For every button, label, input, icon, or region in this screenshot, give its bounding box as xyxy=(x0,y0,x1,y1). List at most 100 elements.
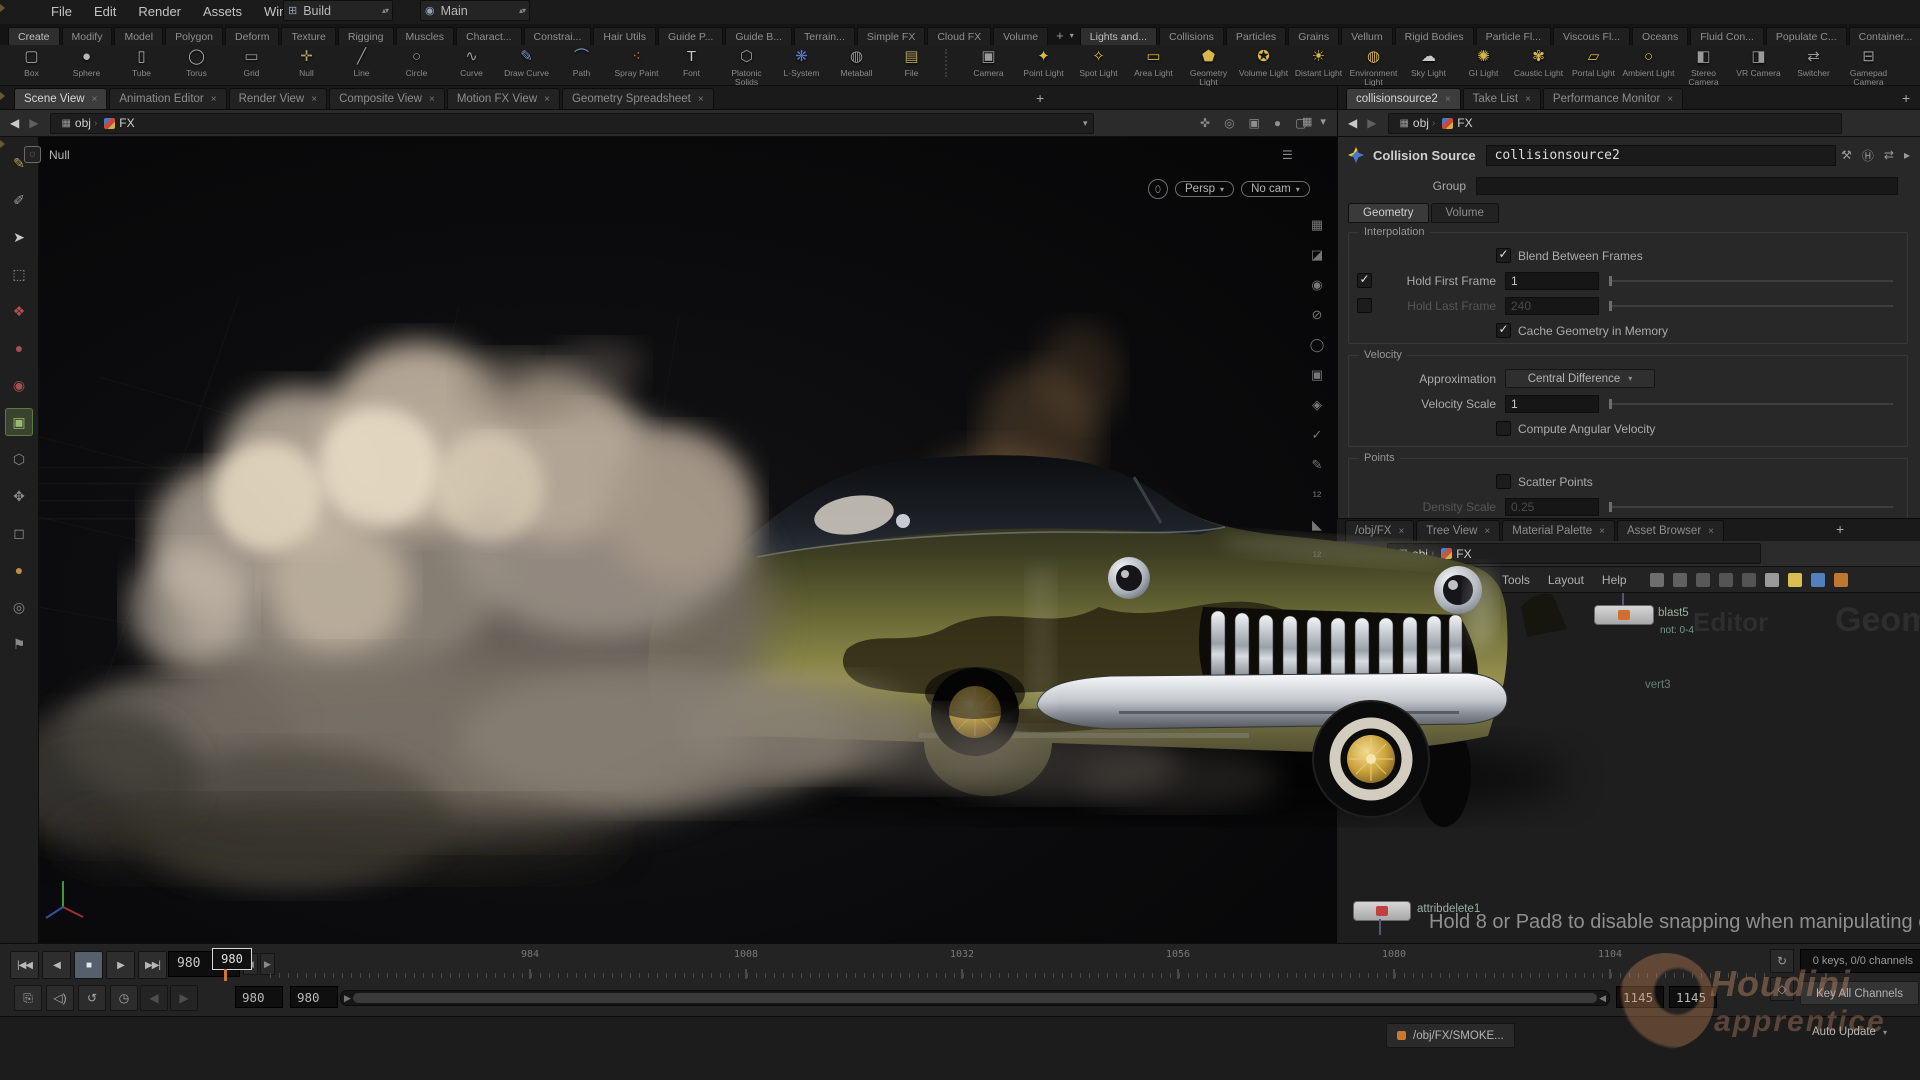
network-editor[interactable]: Editor Geome st3 blast5 not: 0-4 vert3 a… xyxy=(1337,593,1920,943)
target-icon[interactable]: ◎ xyxy=(1224,116,1234,130)
shelf-tool[interactable]: ✧ Spot Light xyxy=(1071,45,1126,85)
close-icon[interactable]: × xyxy=(1484,526,1490,537)
new-tab-button[interactable]: + xyxy=(1902,90,1910,106)
pane-tab[interactable]: Material Palette× xyxy=(1502,520,1615,541)
shelf-tool[interactable]: ◨ VR Camera xyxy=(1731,45,1786,85)
shelf-tab[interactable]: Particles xyxy=(1226,27,1286,45)
scene-viewport[interactable] xyxy=(0,137,1337,943)
back-arrow-icon[interactable]: ◀ xyxy=(1347,547,1356,561)
new-tab-button[interactable]: + xyxy=(1036,90,1044,106)
playback-end-field[interactable]: 1145 xyxy=(1616,986,1664,1008)
range-end-field[interactable]: 1145 xyxy=(1669,986,1717,1008)
transport-button[interactable]: |◀◀ xyxy=(10,951,39,979)
pane-edge-arrow[interactable] xyxy=(0,4,5,12)
shelf-tab[interactable]: Volume xyxy=(993,27,1048,45)
toolbox-icon[interactable]: ❖ xyxy=(5,297,33,325)
shelf-tool[interactable]: ▣ Camera xyxy=(961,45,1016,85)
pane-tab[interactable]: Asset Browser× xyxy=(1617,520,1724,541)
auto-update-selector[interactable]: Auto Update ▾ xyxy=(1812,1026,1887,1038)
shelf-tab[interactable]: Guide B... xyxy=(725,27,792,45)
stack-icon[interactable] xyxy=(1834,573,1848,587)
main-selector[interactable]: ◉ Main ▴▾ xyxy=(420,0,530,21)
menu-item[interactable]: Edit xyxy=(83,0,127,24)
path-root[interactable]: obj xyxy=(1412,547,1428,561)
shelf-tool[interactable]: ▯ Tube xyxy=(114,45,169,85)
shelf-tab[interactable]: Simple FX xyxy=(857,27,925,45)
pane-tab[interactable]: collisionsource2× xyxy=(1346,88,1461,109)
playbar-option-button[interactable]: ◁) xyxy=(46,985,74,1011)
add-shelf-icon[interactable]: + xyxy=(1056,28,1064,43)
network-menu-item[interactable]: Tools xyxy=(1493,573,1539,587)
shelf-tool[interactable]: ☀ Distant Light xyxy=(1291,45,1346,85)
swatch-icon[interactable]: ▦ xyxy=(1302,115,1312,128)
param-subtab[interactable]: Volume xyxy=(1431,203,1499,223)
shelf-tab[interactable]: Fluid Con... xyxy=(1690,27,1764,45)
spinner-icon[interactable]: ▴▾ xyxy=(519,6,525,15)
param-slider[interactable] xyxy=(1609,305,1893,307)
shelf-tab[interactable]: Create xyxy=(8,27,60,45)
param-enable-checkbox[interactable]: ✓ xyxy=(1357,273,1372,288)
shelf-tool[interactable]: ✎ Draw Curve xyxy=(499,45,554,85)
network-menu-item[interactable]: Add xyxy=(1337,573,1376,587)
list-icon[interactable]: ☰ xyxy=(1282,148,1293,162)
path-node[interactable]: FX xyxy=(1456,547,1471,561)
shelf-tool[interactable]: ⌒ Path xyxy=(554,45,609,85)
param-checkbox[interactable]: ✓ xyxy=(1496,474,1511,489)
shelf-tab[interactable]: Muscles xyxy=(396,27,455,45)
section-title[interactable]: Points xyxy=(1359,452,1400,464)
pane-tab[interactable]: Composite View× xyxy=(329,88,445,109)
viewport-toggle-icon[interactable]: ▣ xyxy=(1311,360,1323,390)
network-menu-item[interactable]: Help xyxy=(1593,573,1636,587)
shelf-tab[interactable]: Terrain... xyxy=(794,27,855,45)
section-title[interactable]: Interpolation xyxy=(1359,226,1430,238)
shelf-tab[interactable]: Modify xyxy=(62,27,113,45)
help-icon[interactable]: Ⓗ xyxy=(1862,147,1874,164)
param-dropdown[interactable]: Central Difference▾ xyxy=(1505,369,1655,388)
param-slider[interactable] xyxy=(1609,403,1893,405)
viewport-toggle-icon[interactable]: ¹² xyxy=(1313,480,1322,510)
grid-alt-icon[interactable] xyxy=(1742,573,1756,587)
param-checkbox[interactable]: ✓ xyxy=(1496,421,1511,436)
viewport-toggle-icon[interactable]: ◣ xyxy=(1312,510,1322,540)
viewport-toggle-icon[interactable]: ◯ xyxy=(1310,330,1325,360)
pane-tab[interactable]: Scene View× xyxy=(14,88,107,109)
spinner-icon[interactable]: ▴▾ xyxy=(382,6,388,15)
transport-button[interactable]: ▶▶| xyxy=(138,951,167,979)
param-checkbox[interactable]: ✓ xyxy=(1496,248,1511,263)
shelf-tool[interactable]: ◍ Environment Light xyxy=(1346,45,1401,85)
toolbox-icon[interactable]: ◻ xyxy=(5,519,33,547)
chevron-down-icon[interactable]: ▾ xyxy=(1083,118,1088,129)
range-step-back[interactable]: ◀ xyxy=(140,985,168,1011)
shelf-tool[interactable]: ✦ Point Light xyxy=(1016,45,1071,85)
shelf-tab[interactable]: Vellum xyxy=(1341,27,1393,45)
shelf-tool[interactable]: ▢ Box xyxy=(4,45,59,85)
shelf-tool[interactable]: ▭ Area Light xyxy=(1126,45,1181,85)
shelf-tool[interactable]: ▱ Portal Light xyxy=(1566,45,1621,85)
chevron-down-icon[interactable]: ▾ xyxy=(1320,115,1326,128)
shelf-tool[interactable]: ▤ File xyxy=(884,45,939,85)
shelf-tab[interactable]: Oceans xyxy=(1632,27,1688,45)
gear-icon[interactable]: ⚒ xyxy=(1841,148,1852,162)
section-title[interactable]: Velocity xyxy=(1359,349,1407,361)
forward-arrow-icon[interactable]: ▶ xyxy=(1367,116,1376,130)
close-icon[interactable]: × xyxy=(544,94,550,105)
close-icon[interactable]: × xyxy=(211,94,217,105)
toolbox-icon[interactable]: ⚑ xyxy=(5,630,33,658)
shelf-tool[interactable]: ⁖ Spray Paint xyxy=(609,45,664,85)
new-tab-button[interactable]: + xyxy=(1836,521,1844,537)
path-root[interactable]: obj xyxy=(1413,116,1429,130)
toolbox-icon[interactable]: ▣ xyxy=(5,408,33,436)
param-value-field[interactable]: 1 xyxy=(1505,272,1599,290)
viewport-toggle-icon[interactable]: ✓ xyxy=(1312,420,1323,450)
bw-icon[interactable] xyxy=(1765,573,1779,587)
shelf-tab[interactable]: Polygon xyxy=(165,27,223,45)
shelf-tab[interactable]: Constrai... xyxy=(524,27,592,45)
pane-tab[interactable]: Animation Editor× xyxy=(109,88,226,109)
shelf-tool[interactable]: ✛ Null xyxy=(279,45,334,85)
persp-pill[interactable]: Persp▾ xyxy=(1175,181,1234,197)
playbar-option-button[interactable]: ⎘ xyxy=(14,985,42,1011)
back-arrow-icon[interactable]: ◀ xyxy=(1348,116,1357,130)
lock-icon[interactable]: ⬯ xyxy=(1148,179,1168,199)
toolbox-icon[interactable]: ➤ xyxy=(5,223,33,251)
pane-tab[interactable]: Motion FX View× xyxy=(447,88,560,109)
